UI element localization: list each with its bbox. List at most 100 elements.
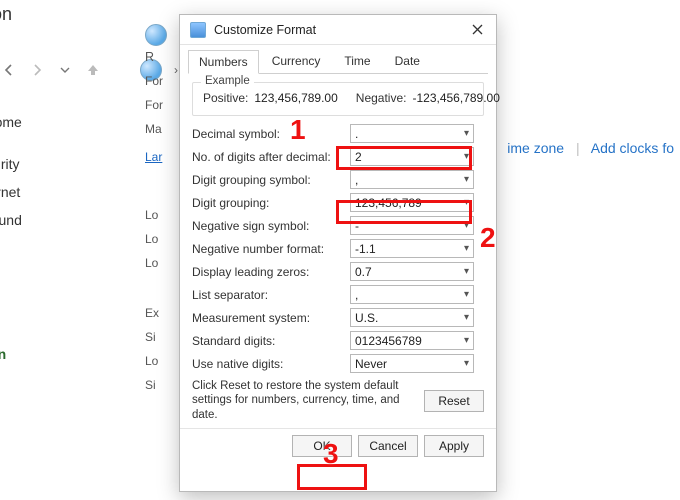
- link-add-clocks[interactable]: Add clocks fo: [591, 140, 674, 156]
- chevron-down-icon: ▾: [464, 197, 469, 208]
- chevron-down-icon: ▾: [464, 174, 469, 185]
- dropdown-value: Never: [355, 357, 387, 371]
- dropdown-value: -: [355, 219, 359, 233]
- dropdown-negative-number-format[interactable]: -1.1 ▾: [350, 239, 474, 258]
- sidebar-item[interactable]: rk and Internet: [0, 178, 120, 206]
- rg-text: Lo: [145, 208, 183, 222]
- up-button[interactable]: [84, 61, 102, 79]
- dropdown-value: 0123456789: [355, 334, 422, 348]
- tab-numbers[interactable]: Numbers: [188, 50, 259, 74]
- ok-button[interactable]: OK: [292, 435, 352, 457]
- reset-hint-text: Click Reset to restore the system defaul…: [192, 379, 412, 422]
- dropdown-value: U.S.: [355, 311, 378, 325]
- negative-value: -123,456,789.00: [412, 91, 499, 105]
- dropdown-value: 0.7: [355, 265, 372, 279]
- control-panel-sidebar: ol Panel Home n and Security rk and Inte…: [0, 108, 120, 396]
- dropdown-value: 2: [355, 150, 362, 164]
- sidebar-item[interactable]: ol Panel Home: [0, 108, 120, 136]
- sidebar-item[interactable]: ccounts: [0, 262, 120, 290]
- label-digits-after-decimal: No. of digits after decimal:: [192, 150, 342, 164]
- separator: |: [576, 140, 580, 156]
- label-negative-number-format: Negative number format:: [192, 242, 342, 256]
- label-digit-grouping: Digit grouping:: [192, 196, 342, 210]
- rg-link[interactable]: Lar: [145, 150, 162, 164]
- rg-text: Lo: [145, 256, 183, 270]
- rg-text: Si: [145, 330, 183, 344]
- sidebar-item-selected[interactable]: and Region: [0, 340, 120, 368]
- tab-currency[interactable]: Currency: [261, 49, 332, 73]
- region-window-sliver: R For For Ma Lar Lo Lo Lo Ex Si Lo Si: [145, 24, 183, 384]
- forward-button[interactable]: [28, 61, 46, 79]
- sidebar-item-cont: alization: [0, 318, 120, 340]
- reset-button[interactable]: Reset: [424, 390, 484, 412]
- chevron-down-icon: ▾: [464, 358, 469, 369]
- rg-text: Lo: [145, 354, 183, 368]
- label-measurement-system: Measurement system:: [192, 311, 342, 325]
- dropdown-measurement-system[interactable]: U.S. ▾: [350, 308, 474, 327]
- label-standard-digits: Standard digits:: [192, 334, 342, 348]
- chevron-down-icon: ▾: [464, 243, 469, 254]
- dropdown-negative-sign-symbol[interactable]: -▾: [350, 216, 474, 235]
- chevron-down-icon: ▾: [464, 220, 469, 231]
- region-title-frag: R: [145, 50, 183, 64]
- numbers-form: Decimal symbol: .▾ No. of digits after d…: [192, 124, 484, 373]
- tab-date[interactable]: Date: [384, 49, 431, 73]
- rg-text: For: [145, 74, 183, 88]
- dropdown-value: .: [355, 127, 358, 141]
- dialog-title: Customize Format: [214, 23, 316, 37]
- close-button[interactable]: [464, 20, 490, 40]
- tabstrip: Numbers Currency Time Date: [180, 45, 496, 73]
- dropdown-display-leading-zeros[interactable]: 0.7 ▾: [350, 262, 474, 281]
- recent-locations-chevron[interactable]: [56, 61, 74, 79]
- dialog-titlebar: Customize Format: [180, 15, 496, 45]
- sidebar-item[interactable]: f Access: [0, 368, 120, 396]
- customize-format-dialog: Customize Format Numbers Currency Time D…: [179, 14, 497, 492]
- rg-text: Si: [145, 378, 183, 392]
- chevron-down-icon: ▾: [464, 289, 469, 300]
- label-use-native-digits: Use native digits:: [192, 357, 342, 371]
- dropdown-digit-grouping-symbol[interactable]: ,▾: [350, 170, 474, 189]
- label-display-leading-zeros: Display leading zeros:: [192, 265, 342, 279]
- region-window-icon: [145, 24, 167, 46]
- back-button[interactable]: [0, 61, 18, 79]
- label-negative-sign-symbol: Negative sign symbol:: [192, 219, 342, 233]
- positive-label: Positive:: [203, 91, 248, 105]
- chevron-down-icon: ▾: [464, 266, 469, 277]
- rg-text: Lo: [145, 232, 183, 246]
- tab-time[interactable]: Time: [333, 49, 381, 73]
- sidebar-item[interactable]: are and Sound: [0, 206, 120, 234]
- negative-label: Negative:: [356, 91, 407, 105]
- dropdown-value: ,: [355, 288, 358, 302]
- dropdown-list-separator[interactable]: ,▾: [350, 285, 474, 304]
- chevron-down-icon: ▾: [464, 151, 469, 162]
- dropdown-value: 123,456,789: [355, 196, 422, 210]
- dropdown-standard-digits[interactable]: 0123456789 ▾: [350, 331, 474, 350]
- chevron-down-icon: ▾: [464, 312, 469, 323]
- label-digit-grouping-symbol: Digit grouping symbol:: [192, 173, 342, 187]
- sidebar-item[interactable]: n and Security: [0, 150, 120, 178]
- label-list-separator: List separator:: [192, 288, 342, 302]
- link-change-time-zone[interactable]: ime zone: [507, 140, 564, 156]
- cancel-button[interactable]: Cancel: [358, 435, 418, 457]
- example-groupbox: Example Positive: 123,456,789.00 Negativ…: [192, 82, 484, 116]
- rg-text: Ma: [145, 122, 183, 136]
- chevron-down-icon: ▾: [464, 335, 469, 346]
- positive-value: 123,456,789.00: [254, 91, 337, 105]
- close-icon: [472, 24, 483, 35]
- chevron-down-icon: ▾: [464, 128, 469, 139]
- rg-text: Ex: [145, 306, 183, 320]
- dropdown-use-native-digits[interactable]: Never ▾: [350, 354, 474, 373]
- window-title: nd Region: [0, 4, 12, 25]
- sidebar-item[interactable]: rance and: [0, 290, 120, 318]
- dropdown-value: ,: [355, 173, 358, 187]
- label-decimal-symbol: Decimal symbol:: [192, 127, 342, 141]
- dropdown-decimal-symbol[interactable]: .▾: [350, 124, 474, 143]
- dropdown-digits-after-decimal[interactable]: 2▾: [350, 147, 474, 166]
- dialog-icon: [190, 22, 206, 38]
- apply-button[interactable]: Apply: [424, 435, 484, 457]
- rg-text: For: [145, 98, 183, 112]
- dropdown-digit-grouping[interactable]: 123,456,789 ▾: [350, 193, 474, 212]
- right-links: ime zone | Add clocks fo: [507, 140, 674, 156]
- sidebar-item[interactable]: ms: [0, 234, 120, 262]
- dropdown-value: -1.1: [355, 242, 376, 256]
